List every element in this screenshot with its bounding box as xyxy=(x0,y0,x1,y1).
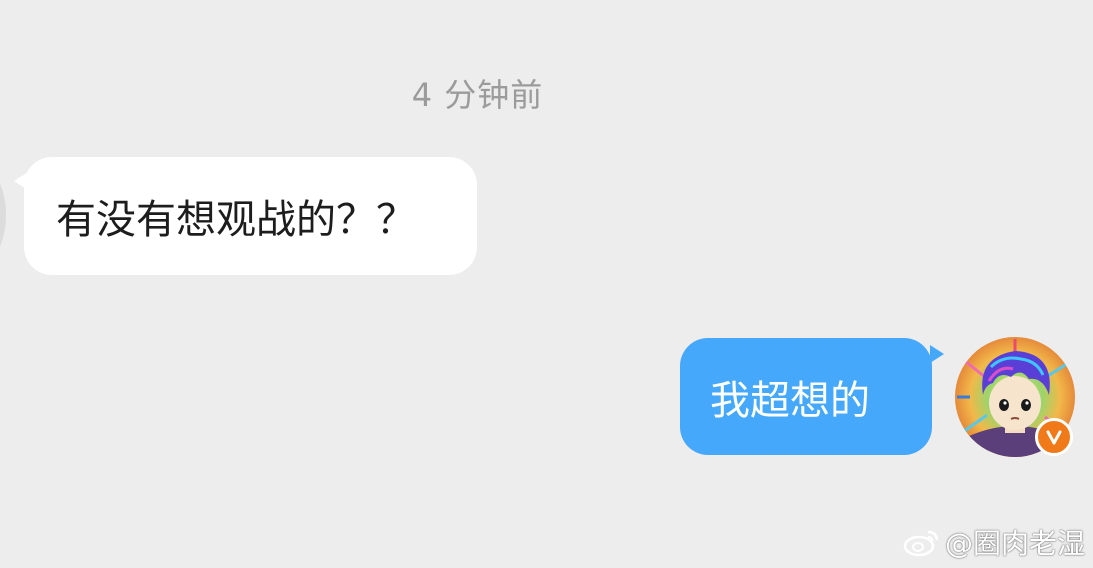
message-timestamp: 4 分钟前 xyxy=(411,76,544,114)
weibo-logo-icon xyxy=(903,530,939,557)
incoming-message-bubble[interactable]: 有没有想观战的？？ xyxy=(24,157,477,275)
sender-avatar-partial[interactable] xyxy=(0,160,6,270)
outgoing-message-text: 我超想的 xyxy=(710,377,870,424)
weibo-watermark: @圈肉老湿 xyxy=(903,522,1085,562)
outgoing-bubble-tail xyxy=(930,345,944,363)
chat-screen: 4 分钟前 有没有想观战的？？ 我超想的 @圈肉老湿 xyxy=(0,0,1093,568)
watermark-handle: @圈肉老湿 xyxy=(944,527,1085,560)
incoming-message-text: 有没有想观战的？？ xyxy=(56,197,416,243)
verified-badge-icon xyxy=(1035,418,1073,456)
outgoing-message-bubble[interactable]: 我超想的 xyxy=(680,338,932,455)
